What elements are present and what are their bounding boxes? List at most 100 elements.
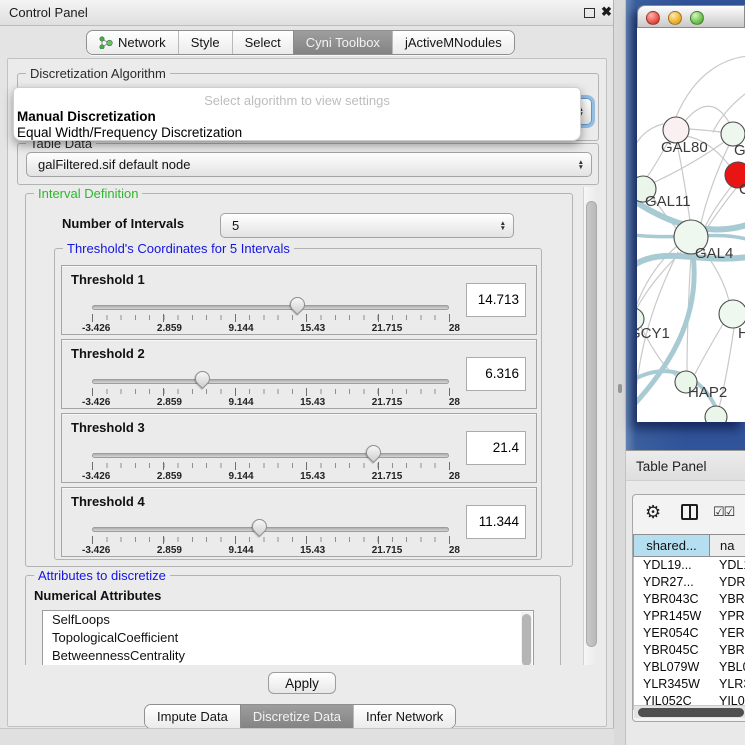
horizontal-scrollbar[interactable] (634, 705, 745, 718)
checkboxes-icon[interactable]: ☑☑ (713, 504, 734, 520)
tab-select[interactable]: Select (232, 31, 293, 54)
network-node-label: G (734, 142, 745, 159)
apply-button[interactable]: Apply (268, 672, 336, 694)
window-bottom-edge (0, 728, 614, 745)
table-row[interactable]: YDL19... YDL1 (634, 557, 745, 574)
network-node-label: GAL80 (661, 139, 708, 156)
split-columns-icon[interactable] (681, 504, 698, 520)
list-scrollbar[interactable] (521, 612, 532, 665)
slider-track[interactable] (92, 379, 449, 384)
number-of-intervals-label: Number of Intervals (62, 216, 184, 231)
top-tabbar: Network Style Select Cyni Toolbox jActiv… (86, 30, 515, 55)
window-title: Control Panel (9, 5, 88, 20)
attribute-list-item[interactable]: TopologicalCoefficient (43, 629, 533, 647)
table-row[interactable]: YER054C YER0 (634, 625, 745, 642)
tab-style[interactable]: Style (178, 31, 232, 54)
slider-major-ticks (92, 536, 450, 544)
threshold-slider[interactable]: -3.4262.859 9.14415.43 21.71528 (92, 374, 449, 408)
network-edge[interactable] (637, 124, 663, 166)
network-node-label: GCY1 (637, 325, 670, 342)
slider-handle[interactable] (363, 442, 384, 463)
slider-handle[interactable] (249, 516, 270, 537)
network-window-titlebar[interactable] (637, 5, 745, 28)
network-canvas[interactable]: GAL80GCGAL11GAL4GCY1HHAP2 (637, 28, 745, 422)
attributes-group-title: Attributes to discretize (34, 568, 170, 583)
column-header-shared-name[interactable]: shared... (633, 534, 710, 557)
gear-icon[interactable]: ⚙ (645, 502, 661, 522)
number-of-intervals-combobox[interactable]: 5 ▲▼ (220, 213, 514, 238)
number-of-intervals-value: 5 (232, 218, 239, 233)
attribute-list-item[interactable]: SelfLoops (43, 611, 533, 629)
threshold-panel: Threshold 2 (61, 339, 537, 409)
minimize-traffic-light-icon[interactable] (668, 11, 682, 25)
network-edge[interactable] (689, 129, 721, 132)
float-window-icon[interactable] (584, 8, 595, 18)
attribute-list-item[interactable]: BetweennessCentrality (43, 647, 533, 665)
panel-splitter[interactable] (614, 0, 626, 745)
splitter-grip-icon[interactable] (618, 384, 622, 393)
table-row[interactable]: YDR27... YDR2 (634, 574, 745, 591)
network-icon (99, 36, 113, 49)
slider-major-ticks (92, 388, 450, 396)
close-traffic-light-icon[interactable] (646, 11, 660, 25)
tab-network-label: Network (118, 35, 166, 50)
network-desktop-area: GAL80GCGAL11GAL4GCY1HHAP2 (626, 0, 745, 450)
threshold-label: Threshold 3 (71, 420, 145, 435)
dropdown-option-manual[interactable]: Manual Discretization (17, 109, 156, 124)
slider-handle[interactable] (192, 368, 213, 389)
slider-track[interactable] (92, 453, 449, 458)
settings-scrollbar[interactable] (583, 187, 598, 665)
tab-cyni-toolbox[interactable]: Cyni Toolbox (293, 31, 392, 54)
tab-impute-data[interactable]: Impute Data (145, 705, 240, 728)
dropdown-option-equal-width[interactable]: Equal Width/Frequency Discretization (17, 125, 242, 140)
slider-tick-labels: -3.4262.859 9.14415.43 21.71528 (82, 471, 460, 482)
network-edge[interactable] (695, 324, 723, 374)
table-row[interactable]: YBR043C YBR0 (634, 591, 745, 608)
threshold-slider[interactable]: -3.4262.859 9.14415.43 21.71528 (92, 448, 449, 482)
discretization-algorithm-title: Discretization Algorithm (26, 66, 170, 81)
network-node-H-node[interactable] (719, 300, 745, 328)
table-data-combobox[interactable]: galFiltered.sif default node ▲▼ (26, 152, 592, 177)
threshold-slider[interactable]: -3.4262.859 9.14415.43 21.71528 (92, 522, 449, 556)
slider-handle[interactable] (287, 294, 308, 315)
slider-major-ticks (92, 462, 450, 470)
zoom-traffic-light-icon[interactable] (690, 11, 704, 25)
network-node-bottom-node[interactable] (705, 406, 727, 422)
numerical-attributes-heading: Numerical Attributes (34, 588, 161, 603)
threshold-value-field[interactable]: 6.316 (466, 357, 526, 391)
table-data-group: Table Data galFiltered.sif default node … (17, 143, 599, 185)
tab-discretize-data[interactable]: Discretize Data (240, 705, 353, 728)
tab-infer-network[interactable]: Infer Network (353, 705, 455, 728)
table-row[interactable]: YPR145W YPR1 (634, 608, 745, 625)
tab-jactivemnodules[interactable]: jActiveMNodules (392, 31, 514, 54)
close-icon[interactable]: ✖ (601, 4, 612, 20)
slider-track[interactable] (92, 305, 449, 310)
threshold-label: Threshold 4 (71, 494, 145, 509)
network-edge[interactable] (701, 145, 729, 223)
slider-major-ticks (92, 314, 450, 322)
settings-scroll-viewport: Interval Definition Number of Intervals … (17, 187, 598, 665)
table-row[interactable]: YBR045C YBR0 (634, 642, 745, 659)
settings-scrollbar-thumb[interactable] (586, 201, 597, 647)
column-header-name[interactable]: na (710, 534, 745, 557)
interval-definition-group: Interval Definition Number of Intervals … (25, 193, 573, 567)
network-edge[interactable] (705, 187, 731, 227)
threshold-value-field[interactable]: 21.4 (466, 431, 526, 465)
attributes-group: Attributes to discretize Numerical Attri… (25, 575, 561, 665)
network-node-label: GAL11 (645, 193, 691, 210)
network-edge[interactable] (676, 56, 745, 117)
threshold-panel: Threshold 3 (61, 413, 537, 483)
table-panel-titlebar: Table Panel (626, 450, 745, 481)
thresholds-group-title: Threshold's Coordinates for 5 Intervals (63, 241, 294, 256)
slider-track[interactable] (92, 527, 449, 532)
table-row[interactable]: YBL079W YBL0 (634, 659, 745, 676)
threshold-panel: Threshold 4 (61, 487, 537, 557)
threshold-value-field[interactable]: 14.713 (466, 283, 526, 317)
threshold-value-field[interactable]: 11.344 (466, 505, 526, 539)
horizontal-scrollbar-thumb[interactable] (638, 708, 744, 717)
threshold-label: Threshold 1 (71, 272, 145, 287)
table-row[interactable]: YLR345W YLR3 (634, 676, 745, 693)
threshold-slider[interactable]: -3.4262.859 9.14415.43 21.71528 (92, 300, 449, 334)
tab-network[interactable]: Network (87, 31, 178, 54)
control-panel-titlebar: Control Panel ✖ (0, 0, 613, 26)
